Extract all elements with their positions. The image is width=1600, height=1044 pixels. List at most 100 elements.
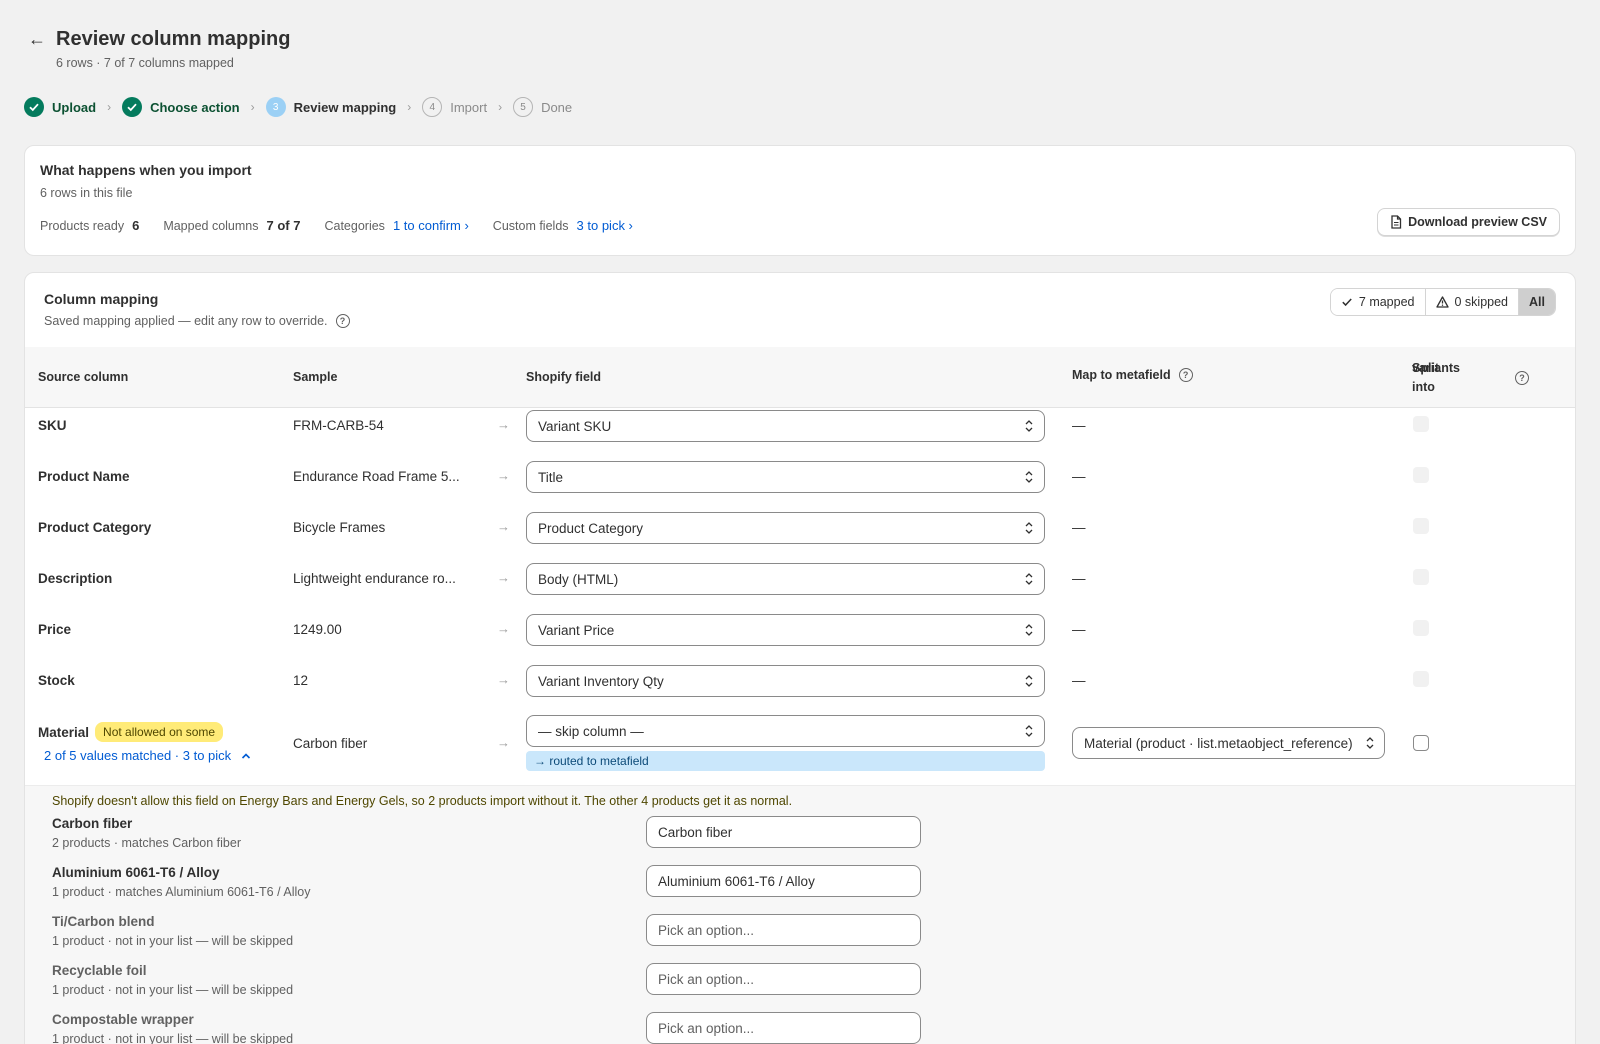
stat-mapped-columns: Mapped columns 7 of 7: [163, 218, 300, 233]
mapping-filter: 7 mapped 0 skipped All: [1329, 288, 1556, 316]
step-choose-action[interactable]: Choose action: [122, 97, 240, 117]
metafield-value: —: [1072, 571, 1086, 586]
shopify-field-select[interactable]: Product Category: [526, 512, 1045, 544]
shopify-field-select[interactable]: Title: [526, 461, 1045, 493]
download-label: Download preview CSV: [1408, 215, 1547, 229]
values-matched-toggle[interactable]: 2 of 5 values matched · 3 to pick: [44, 748, 251, 763]
shopify-field-value: — skip column —: [538, 723, 644, 739]
mapping-subtitle-row: Saved mapping applied — edit any row to …: [44, 314, 350, 328]
help-icon[interactable]: ?: [1515, 371, 1529, 385]
mapping-subtitle: Saved mapping applied — edit any row to …: [44, 314, 328, 328]
table-row: SKU FRM-CARB-54 → Variant SKU —: [25, 400, 1575, 452]
import-summary-card: What happens when you import 6 rows in t…: [24, 145, 1576, 256]
stat-custom-fields: Custom fields 3 to pick ›: [493, 218, 633, 233]
shopify-field-select[interactable]: Body (HTML): [526, 563, 1045, 595]
table-row: Description Lightweight endurance ro... …: [25, 553, 1575, 605]
step-review-mapping: 3 Review mapping: [265, 97, 397, 117]
status-badge: Not allowed on some: [95, 722, 224, 742]
source-column: Price: [38, 622, 72, 637]
metafield-select[interactable]: Material (product · list.metaobject_refe…: [1072, 727, 1385, 759]
source-column: SKU: [38, 418, 67, 433]
stat-label: Custom fields: [492, 218, 569, 233]
table-row: Price 1249.00 → Variant Price —: [25, 604, 1575, 656]
col-split-line2: variants: [1412, 361, 1460, 375]
arrow-right-icon: →: [497, 519, 510, 534]
stepper: Upload › Choose action › 3 Review mappin…: [24, 97, 572, 117]
split-variants-checkbox: [1413, 671, 1429, 687]
value-item: Carbon fiber 2 products · matches Carbon…: [52, 816, 1552, 865]
step-number: 3: [265, 97, 286, 117]
value-mapping-input[interactable]: Pick an option...: [646, 963, 921, 995]
metafield-value: —: [1072, 418, 1086, 433]
stat-label: Products ready: [40, 218, 125, 233]
page-title: Review column mapping: [56, 28, 291, 50]
categories-confirm-link[interactable]: 1 to confirm ›: [393, 218, 469, 233]
select-arrows-icon: [1025, 675, 1033, 687]
value-mapping-input[interactable]: Pick an option...: [646, 914, 921, 946]
step-label: Done: [541, 99, 573, 115]
select-arrows-icon: [1025, 624, 1033, 636]
source-column: Stock: [38, 673, 75, 688]
filter-all-button[interactable]: All: [1519, 289, 1555, 315]
sample-value: Endurance Road Frame 5...: [293, 469, 460, 484]
metafield-select-value: Material (product · list.metaobject_refe…: [1084, 735, 1353, 751]
filter-skipped-label: 0 skipped: [1454, 295, 1509, 309]
chevron-up-icon: [241, 748, 251, 763]
check-icon: [24, 97, 44, 117]
metafield-value: —: [1072, 622, 1086, 637]
help-icon[interactable]: ?: [1178, 368, 1193, 382]
source-column: Material: [38, 724, 90, 740]
shopify-field-select[interactable]: Variant SKU: [526, 410, 1045, 442]
col-source: Source column: [38, 370, 129, 384]
back-arrow-icon[interactable]: ←: [24, 26, 50, 52]
step-label: Review mapping: [293, 99, 397, 115]
arrow-right-icon: →: [497, 672, 510, 687]
help-icon[interactable]: ?: [335, 314, 350, 328]
routed-to-metafield-note: → routed to metafield: [526, 751, 1045, 771]
shopify-field-value: Variant SKU: [538, 418, 612, 434]
value-mapping-input[interactable]: Pick an option...: [646, 1012, 921, 1044]
source-column: Description: [38, 571, 113, 586]
chevron-right-icon: ›: [250, 100, 255, 114]
material-values-panel: Shopify doesn't allow this field on Ener…: [25, 785, 1575, 1044]
stat-value: 6: [132, 218, 140, 233]
select-arrows-icon: [1025, 522, 1033, 534]
page-subtitle: 6 rows · 7 of 7 columns mapped: [56, 56, 234, 70]
shopify-field-select[interactable]: Variant Price: [526, 614, 1045, 646]
value-item: Aluminium 6061-T6 / Alloy 1 product · ma…: [52, 865, 1552, 914]
sample-value: 1249.00: [293, 622, 342, 637]
value-item: Ti/Carbon blend 1 product · not in your …: [52, 914, 1552, 963]
step-number: 4: [422, 97, 443, 117]
arrow-right-icon: →: [497, 621, 510, 636]
stat-label: Mapped columns: [163, 218, 259, 233]
source-column-wrap: Material Not allowed on some: [38, 722, 224, 742]
mapping-title: Column mapping: [44, 291, 159, 307]
shopify-field-select[interactable]: Variant Inventory Qty: [526, 665, 1045, 697]
download-preview-csv-button[interactable]: Download preview CSV: [1377, 208, 1560, 236]
step-number: 5: [513, 97, 534, 117]
value-mapping-input[interactable]: Carbon fiber: [646, 816, 921, 848]
table-row-material: Material Not allowed on some 2 of 5 valu…: [25, 707, 1575, 785]
filter-skipped-button[interactable]: 0 skipped: [1425, 289, 1520, 315]
value-mapping-input[interactable]: Aluminium 6061-T6 / Alloy: [646, 865, 921, 897]
file-icon: [1391, 215, 1402, 229]
col-metafield: Map to metafield: [1072, 368, 1171, 382]
col-sample: Sample: [293, 370, 338, 384]
metafield-value: —: [1072, 520, 1086, 535]
filter-mapped-button[interactable]: 7 mapped: [1330, 289, 1426, 315]
source-column: Product Category: [38, 520, 152, 535]
split-variants-checkbox: [1413, 467, 1429, 483]
shopify-field-select[interactable]: — skip column —: [526, 715, 1045, 747]
col-shopify-field: Shopify field: [526, 370, 601, 384]
sample-value: FRM-CARB-54: [293, 418, 384, 433]
arrow-right-icon: →: [497, 570, 510, 585]
sample-value: 12: [293, 673, 309, 688]
sample-value: Carbon fiber: [293, 736, 368, 751]
step-upload[interactable]: Upload: [24, 97, 96, 117]
chevron-right-icon: ›: [407, 100, 412, 114]
metafield-value: —: [1072, 673, 1086, 688]
custom-fields-pick-link[interactable]: 3 to pick ›: [577, 218, 633, 233]
split-variants-checkbox: [1413, 569, 1429, 585]
step-import: 4 Import: [422, 97, 487, 117]
split-variants-checkbox[interactable]: [1413, 735, 1429, 751]
